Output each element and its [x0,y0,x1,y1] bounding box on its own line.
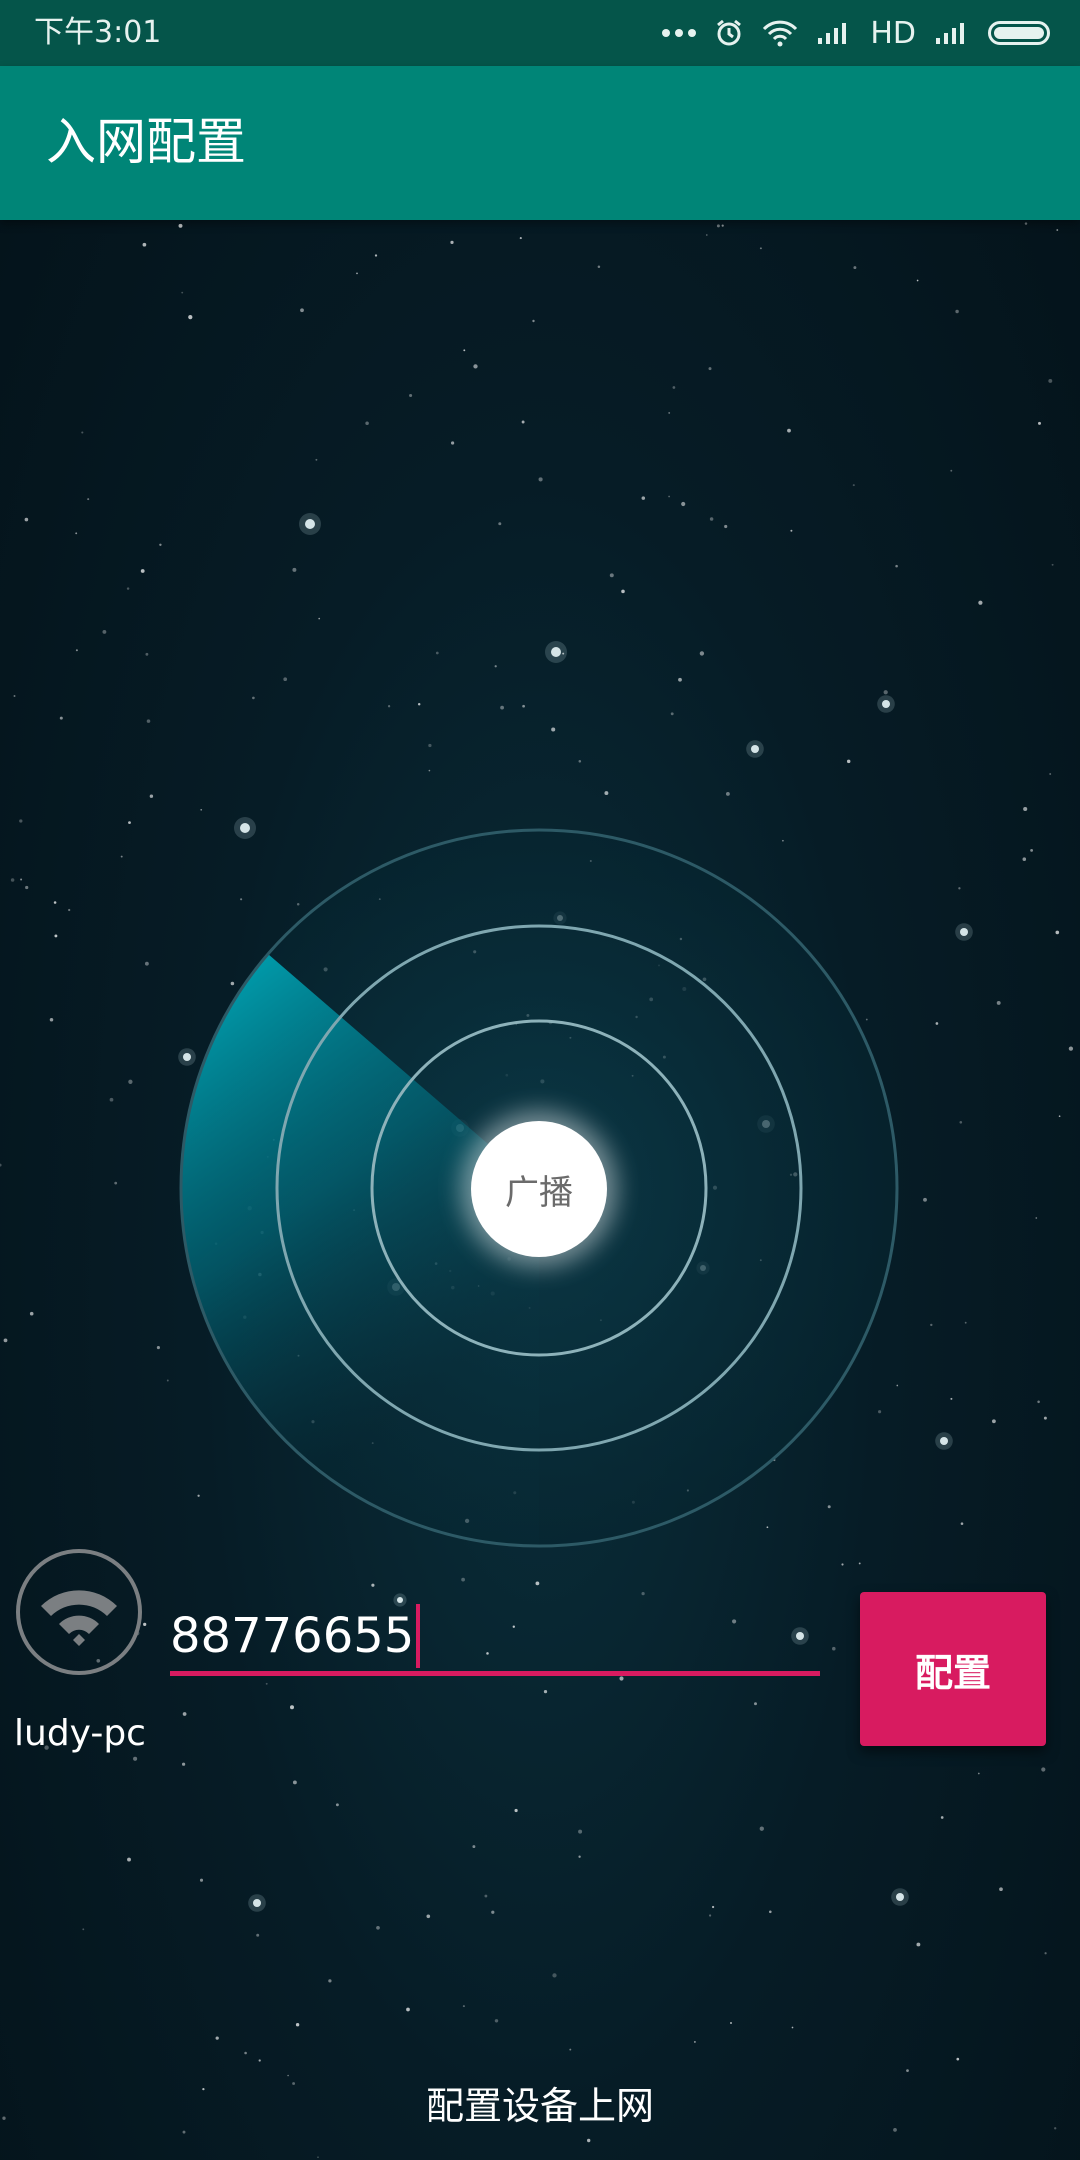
config-button[interactable]: 配置 [860,1592,1046,1746]
password-value: 88776655 [170,1607,415,1664]
text-cursor [416,1603,421,1668]
wifi-icon[interactable] [15,1548,143,1676]
wifi-ssid-label: ludy-pc [14,1713,146,1754]
broadcast-label: 广播 [505,1172,573,1213]
radar-scanner [179,828,899,1548]
broadcast-button[interactable]: 广播 [471,1121,607,1257]
config-button-label: 配置 [914,1652,991,1695]
app-screen: 下午3:01 HD 入网配置 广播 ludy-pc 88776655 配置 配置… [0,0,1080,2160]
password-input[interactable]: 88776655 [170,1600,820,1676]
footer-hint: 配置设备上网 [425,2084,654,2128]
